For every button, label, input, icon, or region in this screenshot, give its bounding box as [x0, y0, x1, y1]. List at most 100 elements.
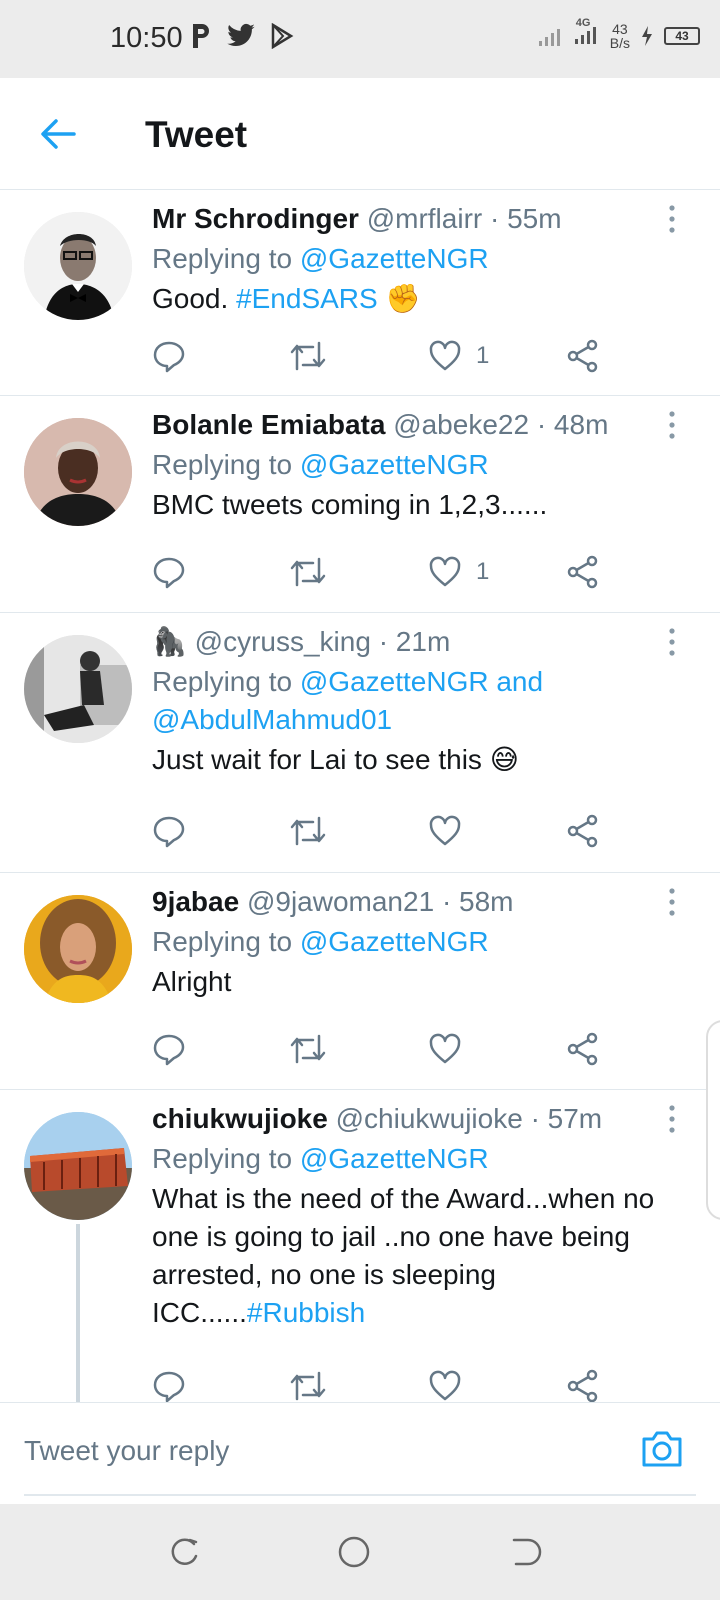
tweet-time: · 48m [536, 409, 609, 440]
replying-label: Replying to [152, 926, 293, 957]
tweet-item[interactable]: Mr Schrodinger @mrflairr · 55m Replying … [0, 190, 720, 396]
display-name[interactable]: chiukwujioke [152, 1103, 328, 1134]
reply-icon [153, 816, 185, 848]
share-icon [567, 1369, 598, 1402]
tweet-time: · 57m [530, 1103, 603, 1134]
retweet-button[interactable] [288, 811, 328, 851]
heart-icon [429, 1370, 461, 1401]
charging-icon [642, 26, 652, 46]
share-icon [567, 555, 598, 589]
display-name[interactable]: 9jabae [152, 886, 239, 917]
tweet-text: Alright [152, 966, 232, 997]
share-button[interactable] [566, 1366, 600, 1402]
recent-apps-icon[interactable] [166, 1534, 202, 1570]
user-handle[interactable]: @cyruss_king [195, 626, 371, 657]
status-time: 10:50 [110, 22, 183, 54]
camera-icon[interactable] [640, 1429, 684, 1469]
share-button[interactable] [566, 552, 600, 592]
system-nav-bar [0, 1504, 720, 1600]
share-button[interactable] [566, 1029, 600, 1069]
tweet-item[interactable]: 9jabae @9jawoman21 · 58m Replying to @Ga… [0, 873, 720, 1090]
share-icon [567, 1032, 598, 1066]
user-handle[interactable]: @abeke22 [393, 409, 529, 440]
replies-feed[interactable]: Mr Schrodinger @mrflairr · 55m Replying … [0, 190, 720, 1402]
like-button[interactable] [428, 1029, 476, 1069]
display-name[interactable]: Bolanle Emiabata [152, 409, 385, 440]
tweet-text: BMC tweets coming in 1,2,3...... [152, 489, 548, 520]
more-options-icon[interactable] [668, 1104, 676, 1134]
p-notification-icon [193, 24, 209, 48]
retweet-button[interactable] [288, 552, 328, 592]
retweet-button[interactable] [288, 1366, 328, 1402]
replying-label: Replying to [152, 243, 293, 274]
twitter-notification-icon [227, 23, 255, 47]
like-button[interactable] [428, 811, 476, 851]
hashtag-link[interactable]: #Rubbish [247, 1297, 365, 1328]
more-options-icon[interactable] [668, 204, 676, 234]
back-arrow-icon[interactable] [38, 114, 78, 154]
reply-mention-link[interactable]: @GazetteNGR [300, 243, 489, 274]
avatar[interactable] [24, 895, 132, 1003]
tweet-time: · 58m [441, 886, 514, 917]
like-button[interactable] [428, 1366, 462, 1402]
display-name[interactable]: Mr Schrodinger [152, 203, 359, 234]
more-options-icon[interactable] [668, 410, 676, 440]
edge-panel-handle[interactable] [706, 1020, 720, 1220]
top-app-bar: Tweet [0, 78, 720, 190]
retweet-icon [290, 1371, 326, 1401]
reply-icon [153, 557, 185, 589]
back-nav-icon[interactable] [508, 1534, 544, 1570]
reply-mention-link[interactable]: @GazetteNGR [300, 926, 489, 957]
reply-button[interactable] [152, 811, 186, 851]
like-count: 1 [476, 342, 490, 369]
signal-icon-1 [538, 29, 560, 46]
reply-icon [153, 1371, 185, 1402]
reply-mention-link[interactable]: @GazetteNGR and [300, 666, 543, 697]
emoji: 😅 [489, 744, 519, 775]
more-options-icon[interactable] [668, 627, 676, 657]
hashtag-link[interactable]: #EndSARS [236, 283, 378, 314]
more-options-icon[interactable] [668, 887, 676, 917]
retweet-button[interactable] [288, 336, 328, 376]
display-name[interactable]: 🦍 [152, 626, 187, 657]
reply-button[interactable] [152, 1366, 186, 1402]
play-store-icon [271, 23, 294, 49]
share-button[interactable] [566, 811, 600, 851]
retweet-icon [290, 816, 326, 846]
tweet-item[interactable]: Bolanle Emiabata @abeke22 · 48m Replying… [0, 396, 720, 613]
retweet-icon [290, 341, 326, 371]
signal-icon-4g: 4G [574, 17, 600, 50]
home-icon[interactable] [336, 1534, 372, 1570]
reply-underline [24, 1494, 696, 1496]
tweet-item[interactable]: chiukwujioke @chiukwujioke · 57m Replyin… [0, 1090, 720, 1402]
reply-mention-link[interactable]: @GazetteNGR [300, 449, 489, 480]
reply-mention-link[interactable]: @GazetteNGR [300, 1143, 489, 1174]
page-title: Tweet [145, 114, 248, 155]
share-button[interactable] [566, 336, 600, 376]
avatar[interactable] [24, 635, 132, 743]
user-handle[interactable]: @mrflairr [367, 203, 483, 234]
tweet-item[interactable]: 🦍 @cyruss_king · 21m Replying to @Gazett… [0, 613, 720, 873]
user-handle[interactable]: @9jawoman21 [247, 886, 434, 917]
share-icon [567, 339, 598, 373]
reply-input[interactable] [24, 1431, 624, 1471]
like-count: 1 [476, 558, 490, 585]
avatar[interactable] [24, 212, 132, 320]
tweet-text: Just wait for Lai to see this [152, 744, 490, 775]
retweet-button[interactable] [288, 1029, 328, 1069]
avatar[interactable] [24, 418, 132, 526]
like-button[interactable]: 1 [428, 552, 489, 592]
tweet-time: · 21m [378, 626, 451, 657]
reply-button[interactable] [152, 552, 186, 592]
replying-label: Replying to [152, 449, 293, 480]
avatar[interactable] [24, 1112, 132, 1220]
reply-button[interactable] [152, 336, 186, 376]
reply-icon [153, 1034, 185, 1066]
battery-icon: 43 [664, 27, 700, 45]
tweet-text: Good. [152, 283, 237, 314]
reply-button[interactable] [152, 1029, 186, 1069]
reply-mention-link-2[interactable]: @AbdulMahmud01 [152, 704, 392, 735]
like-button[interactable]: 1 [428, 336, 489, 376]
user-handle[interactable]: @chiukwujioke [336, 1103, 523, 1134]
reply-icon [153, 341, 185, 373]
